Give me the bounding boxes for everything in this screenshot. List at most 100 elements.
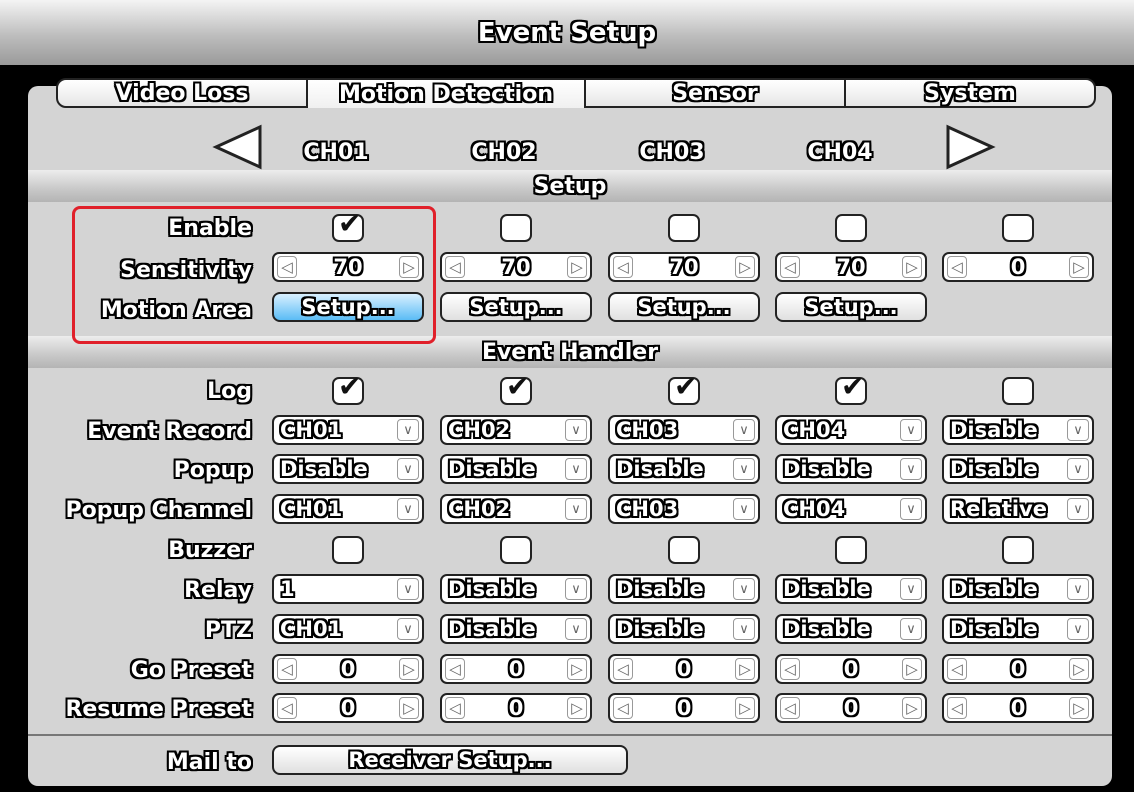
tab-label: System xyxy=(924,80,1016,106)
select-dropdown[interactable]: CH04 ∨ xyxy=(775,415,927,445)
select-dropdown[interactable]: CH01 ∨ xyxy=(272,494,424,524)
select-dropdown[interactable]: Disable ∨ xyxy=(775,574,927,604)
increment-arrow-icon[interactable]: ▷ xyxy=(735,256,755,278)
select-dropdown[interactable]: Disable ∨ xyxy=(440,454,592,484)
increment-arrow-icon[interactable]: ▷ xyxy=(567,256,587,278)
select-dropdown[interactable]: Disable ∨ xyxy=(440,614,592,644)
decrement-arrow-icon[interactable]: ◁ xyxy=(613,697,633,719)
increment-arrow-icon[interactable]: ▷ xyxy=(1069,658,1089,680)
next-channel-button[interactable] xyxy=(944,124,996,170)
decrement-arrow-icon[interactable]: ◁ xyxy=(613,256,633,278)
motion-area-setup-button[interactable]: Setup... xyxy=(775,292,927,322)
number-spinner[interactable]: ◁ 0 ▷ xyxy=(440,693,592,723)
select-dropdown[interactable]: Disable ∨ xyxy=(942,454,1094,484)
checkbox[interactable] xyxy=(1002,536,1034,564)
number-spinner[interactable]: ◁ 0 ▷ xyxy=(608,654,760,684)
increment-arrow-icon[interactable]: ▷ xyxy=(902,256,922,278)
checkbox[interactable] xyxy=(668,536,700,564)
number-spinner[interactable]: ◁ 0 ▷ xyxy=(942,693,1094,723)
motion-area-setup-button[interactable]: Setup... xyxy=(440,292,592,322)
select-value: Disable xyxy=(950,617,1038,641)
motion-area-setup-button[interactable]: Setup... xyxy=(608,292,760,322)
increment-arrow-icon[interactable]: ▷ xyxy=(399,697,419,719)
select-dropdown[interactable]: Disable ∨ xyxy=(775,454,927,484)
select-dropdown[interactable]: Disable ∨ xyxy=(608,454,760,484)
select-dropdown[interactable]: Disable ∨ xyxy=(775,614,927,644)
increment-arrow-icon[interactable]: ▷ xyxy=(735,697,755,719)
motion-area-setup-button[interactable]: Setup... xyxy=(272,292,424,322)
select-dropdown[interactable]: Relative ∨ xyxy=(942,494,1094,524)
decrement-arrow-icon[interactable]: ◁ xyxy=(947,658,967,680)
decrement-arrow-icon[interactable]: ◁ xyxy=(277,256,297,278)
select-dropdown[interactable]: Disable ∨ xyxy=(272,454,424,484)
checkbox[interactable]: ✔ xyxy=(332,370,364,405)
increment-arrow-icon[interactable]: ▷ xyxy=(567,658,587,680)
select-dropdown[interactable]: Disable ∨ xyxy=(608,614,760,644)
decrement-arrow-icon[interactable]: ◁ xyxy=(445,256,465,278)
checkbox[interactable] xyxy=(332,536,364,564)
decrement-arrow-icon[interactable]: ◁ xyxy=(947,256,967,278)
decrement-arrow-icon[interactable]: ◁ xyxy=(947,697,967,719)
select-dropdown[interactable]: CH03 ∨ xyxy=(608,415,760,445)
select-dropdown[interactable]: Disable ∨ xyxy=(440,574,592,604)
select-dropdown[interactable]: CH02 ∨ xyxy=(440,494,592,524)
decrement-arrow-icon[interactable]: ◁ xyxy=(780,658,800,680)
select-dropdown[interactable]: CH01 ∨ xyxy=(272,614,424,644)
checkbox[interactable]: ✔ xyxy=(332,207,364,242)
checkbox[interactable] xyxy=(1002,214,1034,242)
increment-arrow-icon[interactable]: ▷ xyxy=(399,658,419,680)
checkbox[interactable]: ✔ xyxy=(835,370,867,405)
number-spinner[interactable]: ◁ 70 ▷ xyxy=(440,252,592,282)
tab-motion-detection[interactable]: Motion Detection xyxy=(306,78,586,108)
number-spinner[interactable]: ◁ 70 ▷ xyxy=(608,252,760,282)
increment-arrow-icon[interactable]: ▷ xyxy=(567,697,587,719)
decrement-arrow-icon[interactable]: ◁ xyxy=(613,658,633,680)
checkbox[interactable] xyxy=(500,536,532,564)
tab-video-loss[interactable]: Video Loss xyxy=(56,78,308,108)
number-spinner[interactable]: ◁ 0 ▷ xyxy=(775,654,927,684)
increment-arrow-icon[interactable]: ▷ xyxy=(902,697,922,719)
decrement-arrow-icon[interactable]: ◁ xyxy=(780,256,800,278)
increment-arrow-icon[interactable]: ▷ xyxy=(399,256,419,278)
number-spinner[interactable]: ◁ 0 ▷ xyxy=(440,654,592,684)
select-dropdown[interactable]: Disable ∨ xyxy=(942,614,1094,644)
checkbox[interactable] xyxy=(668,214,700,242)
increment-arrow-icon[interactable]: ▷ xyxy=(1069,697,1089,719)
decrement-arrow-icon[interactable]: ◁ xyxy=(445,697,465,719)
tab-sensor[interactable]: Sensor xyxy=(584,78,846,108)
checkbox[interactable] xyxy=(1002,377,1034,405)
select-dropdown[interactable]: CH04 ∨ xyxy=(775,494,927,524)
checkbox[interactable]: ✔ xyxy=(500,370,532,405)
number-spinner[interactable]: ◁ 0 ▷ xyxy=(942,252,1094,282)
decrement-arrow-icon[interactable]: ◁ xyxy=(277,697,297,719)
number-spinner[interactable]: ◁ 70 ▷ xyxy=(272,252,424,282)
decrement-arrow-icon[interactable]: ◁ xyxy=(445,658,465,680)
number-spinner[interactable]: ◁ 0 ▷ xyxy=(942,654,1094,684)
increment-arrow-icon[interactable]: ▷ xyxy=(902,658,922,680)
popup-label: Popup xyxy=(173,458,252,483)
select-dropdown[interactable]: Disable ∨ xyxy=(942,415,1094,445)
select-dropdown[interactable]: 1 ∨ xyxy=(272,574,424,604)
decrement-arrow-icon[interactable]: ◁ xyxy=(277,658,297,680)
number-spinner[interactable]: ◁ 0 ▷ xyxy=(272,693,424,723)
increment-arrow-icon[interactable]: ▷ xyxy=(1069,256,1089,278)
select-dropdown[interactable]: Disable ∨ xyxy=(608,574,760,604)
tab-system[interactable]: System xyxy=(844,78,1096,108)
number-spinner[interactable]: ◁ 0 ▷ xyxy=(775,693,927,723)
select-value: Disable xyxy=(280,457,368,481)
select-dropdown[interactable]: CH01 ∨ xyxy=(272,415,424,445)
select-dropdown[interactable]: CH02 ∨ xyxy=(440,415,592,445)
number-spinner[interactable]: ◁ 0 ▷ xyxy=(608,693,760,723)
prev-channel-button[interactable] xyxy=(212,124,264,170)
checkbox[interactable] xyxy=(500,214,532,242)
select-dropdown[interactable]: CH03 ∨ xyxy=(608,494,760,524)
number-spinner[interactable]: ◁ 70 ▷ xyxy=(775,252,927,282)
checkbox[interactable] xyxy=(835,536,867,564)
decrement-arrow-icon[interactable]: ◁ xyxy=(780,697,800,719)
number-spinner[interactable]: ◁ 0 ▷ xyxy=(272,654,424,684)
increment-arrow-icon[interactable]: ▷ xyxy=(735,658,755,680)
checkbox[interactable]: ✔ xyxy=(668,370,700,405)
select-dropdown[interactable]: Disable ∨ xyxy=(942,574,1094,604)
checkbox[interactable] xyxy=(835,214,867,242)
receiver-setup-button[interactable]: Receiver Setup... xyxy=(272,745,628,775)
